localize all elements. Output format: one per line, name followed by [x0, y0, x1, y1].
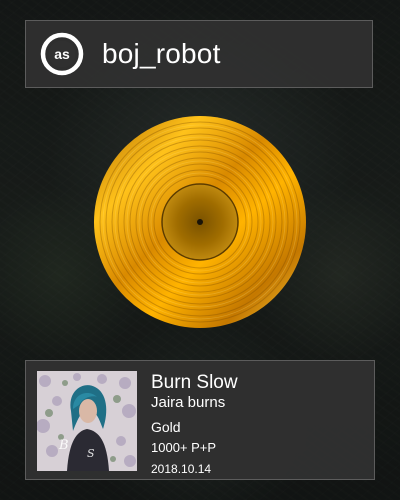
user-header: as boj_robot: [25, 20, 373, 88]
gold-record-disc: [94, 116, 306, 328]
award-level: Gold: [151, 419, 181, 435]
album-cover-art: B S: [37, 371, 137, 471]
track-artist[interactable]: Jaira burns: [151, 394, 238, 412]
award-date: 2018.10.14: [151, 462, 212, 476]
lastfm-logo-icon: as: [40, 32, 84, 76]
svg-text:S: S: [87, 447, 95, 460]
svg-text:as: as: [54, 46, 70, 62]
album-cover: B S: [37, 371, 137, 471]
track-card[interactable]: B S Burn Slow Jaira burns Gold 1000+ P+P…: [25, 360, 375, 480]
track-info: Burn Slow Jaira burns Gold 1000+ P+P 201…: [151, 372, 238, 477]
svg-text:B: B: [58, 438, 69, 453]
play-count: 1000+ P+P: [151, 440, 217, 455]
gold-record: [93, 115, 307, 329]
track-title[interactable]: Burn Slow: [151, 372, 238, 394]
username: boj_robot: [102, 38, 221, 69]
